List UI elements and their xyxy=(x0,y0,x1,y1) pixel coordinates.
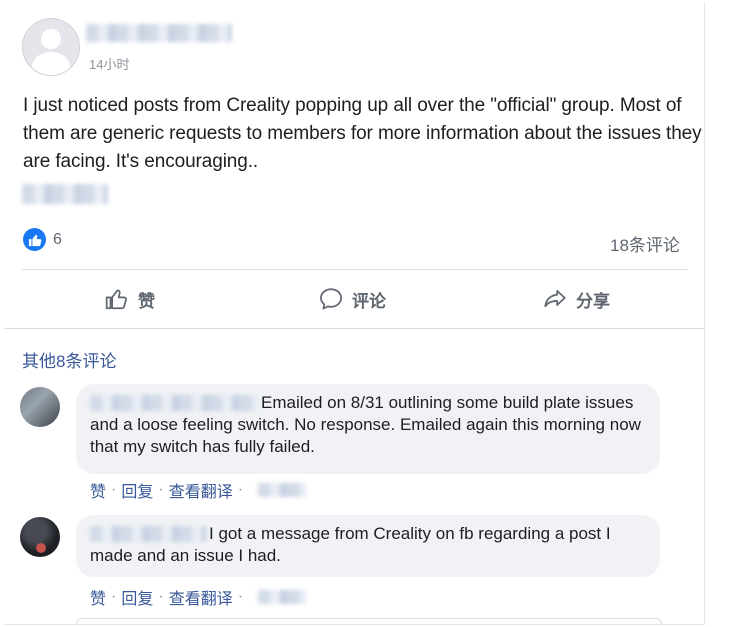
thumbs-up-glyph xyxy=(28,234,41,246)
comment-button[interactable]: 评论 xyxy=(318,284,386,314)
view-more-comments-link[interactable]: 其他8条评论 xyxy=(22,347,116,372)
comment-actions: 赞 · 回复 · 查看翻译 · xyxy=(90,585,307,609)
comment-translate-link[interactable]: 查看翻译 xyxy=(169,585,233,609)
like-count[interactable]: 6 xyxy=(53,231,62,249)
next-comment-edge xyxy=(76,618,662,625)
comment-bubble: I got a message from Creality on fb rega… xyxy=(76,515,660,577)
section-divider xyxy=(4,328,704,329)
commenter-name-redacted[interactable] xyxy=(90,395,258,411)
separator-dot: · xyxy=(158,481,164,498)
share-button[interactable]: 分享 xyxy=(542,284,610,314)
divider xyxy=(22,269,688,270)
like-button-label: 赞 xyxy=(138,291,155,311)
like-button[interactable]: 赞 xyxy=(104,284,155,314)
comment-reply-link[interactable]: 回复 xyxy=(121,478,153,502)
comment-avatar[interactable] xyxy=(20,517,60,557)
avatar-body xyxy=(32,52,70,75)
post-card: 14小时 I just noticed posts from Creality … xyxy=(4,2,705,625)
comment-actions: 赞 · 回复 · 查看翻译 · xyxy=(90,478,307,502)
separator-dot: · xyxy=(158,588,164,605)
comment-avatar[interactable] xyxy=(20,387,60,427)
share-button-label: 分享 xyxy=(576,291,610,311)
author-name-redacted[interactable] xyxy=(86,24,232,42)
comment-timestamp-redacted[interactable] xyxy=(258,483,307,497)
comment-translate-link[interactable]: 查看翻译 xyxy=(169,478,233,502)
avatar-head xyxy=(41,29,61,49)
comment-icon xyxy=(320,288,342,310)
comment-button-label: 评论 xyxy=(352,291,386,311)
post-text: I just noticed posts from Creality poppi… xyxy=(23,95,702,172)
commenter-name-redacted[interactable] xyxy=(90,526,206,542)
separator-dot: · xyxy=(111,481,117,498)
like-reaction-icon[interactable] xyxy=(23,228,46,251)
comment-reply-link[interactable]: 回复 xyxy=(121,585,153,609)
avatar-detail xyxy=(36,543,46,553)
separator-dot: · xyxy=(111,588,117,605)
see-translation-link-redacted[interactable] xyxy=(22,184,108,204)
comment-like-link[interactable]: 赞 xyxy=(90,585,106,609)
separator-dot: · xyxy=(237,588,244,605)
separator-dot: · xyxy=(237,481,244,498)
thumbs-up-icon xyxy=(105,289,127,310)
comment-bubble: Emailed on 8/31 outlining some build pla… xyxy=(76,384,660,474)
comment-count[interactable]: 18条评论 xyxy=(610,231,680,256)
post-timestamp[interactable]: 14小时 xyxy=(89,54,129,73)
author-avatar[interactable] xyxy=(22,18,80,76)
share-icon xyxy=(544,290,566,308)
comment-like-link[interactable]: 赞 xyxy=(90,478,106,502)
comment-timestamp-redacted[interactable] xyxy=(258,590,307,604)
